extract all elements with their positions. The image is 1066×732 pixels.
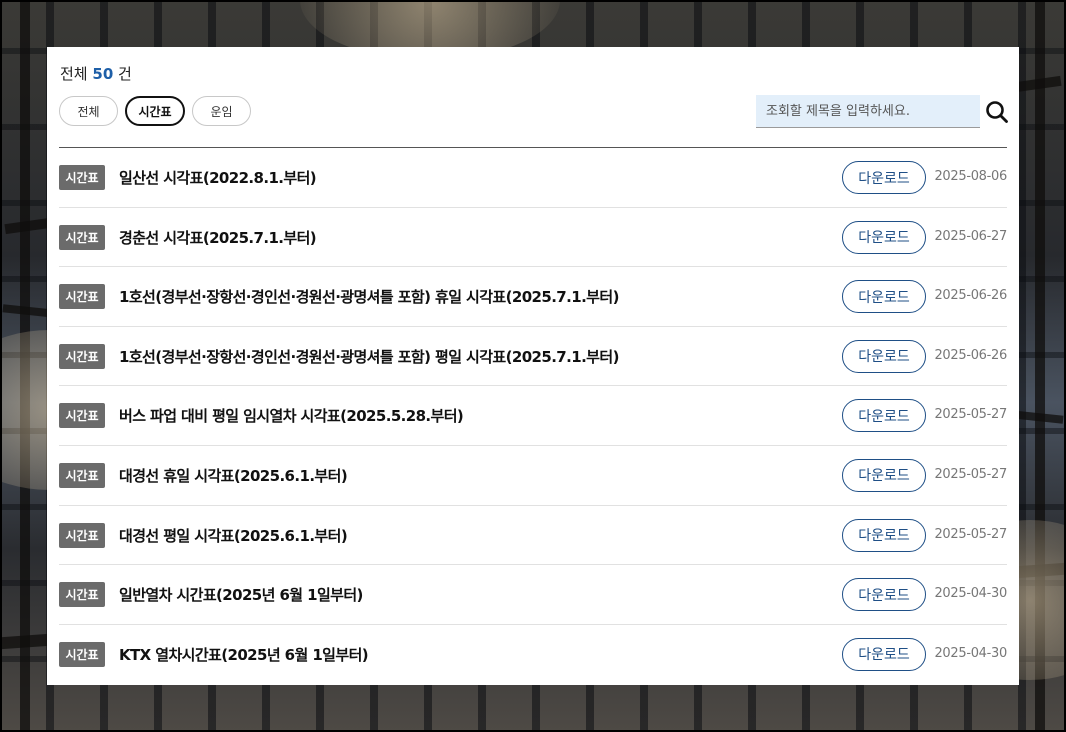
item-title[interactable]: 1호선(경부선·장항선·경인선·경원선·광명셔틀 포함) 평일 시각표(2025… [119,346,619,367]
search-box [756,95,980,128]
tab-timetable[interactable]: 시간표 [125,96,185,126]
download-button[interactable]: 다운로드 [842,458,926,492]
download-button[interactable]: 다운로드 [842,518,926,552]
item-title[interactable]: 경춘선 시각표(2025.7.1.부터) [119,227,317,248]
list-item: 시간표 1호선(경부선·장항선·경인선·경원선·광명셔틀 포함) 평일 시각표(… [59,327,1007,387]
item-title[interactable]: 1호선(경부선·장항선·경인선·경원선·광명셔틀 포함) 휴일 시각표(2025… [119,286,619,307]
category-badge: 시간표 [59,343,105,369]
item-title[interactable]: 버스 파업 대비 평일 임시열차 시각표(2025.5.28.부터) [119,405,464,426]
download-button[interactable]: 다운로드 [842,220,926,254]
list-item: 시간표 버스 파업 대비 평일 임시열차 시각표(2025.5.28.부터) 다… [59,386,1007,446]
category-badge: 시간표 [59,582,105,608]
search-icon [986,101,1008,123]
item-title[interactable]: 대경선 평일 시각표(2025.6.1.부터) [119,525,348,546]
item-date: 2025-05-27 [934,466,1007,482]
count-prefix: 전체 [60,65,88,83]
search-input[interactable] [756,95,980,127]
category-badge: 시간표 [59,641,105,667]
category-badge: 시간표 [59,224,105,250]
category-badge: 시간표 [59,462,105,488]
list-item: 시간표 대경선 평일 시각표(2025.6.1.부터) 다운로드 2025-05… [59,506,1007,566]
item-title[interactable]: 일산선 시각표(2022.8.1.부터) [119,167,317,188]
item-title[interactable]: 대경선 휴일 시각표(2025.6.1.부터) [119,465,348,486]
item-date: 2025-04-30 [934,645,1007,661]
download-button[interactable]: 다운로드 [842,280,926,314]
download-button[interactable]: 다운로드 [842,161,926,194]
category-badge: 시간표 [59,522,105,548]
item-date: 2025-04-30 [934,586,1007,602]
category-tabs: 전체 시간표 운임 [59,96,251,126]
list-item: 시간표 대경선 휴일 시각표(2025.6.1.부터) 다운로드 2025-05… [59,446,1007,506]
item-date: 2025-06-26 [934,347,1007,363]
count-number: 50 [92,65,114,83]
download-button[interactable]: 다운로드 [842,339,926,373]
category-badge: 시간표 [59,284,105,310]
item-date: 2025-05-27 [934,407,1007,423]
list-item: 시간표 일산선 시각표(2022.8.1.부터) 다운로드 2025-08-06 [59,148,1007,208]
item-date: 2025-06-26 [934,288,1007,304]
item-title[interactable]: KTX 열차시간표(2025년 6월 1일부터) [119,644,369,665]
list-item: 시간표 경춘선 시각표(2025.7.1.부터) 다운로드 2025-06-27 [59,208,1007,268]
category-badge: 시간표 [59,403,105,429]
list-item: 시간표 KTX 열차시간표(2025년 6월 1일부터) 다운로드 2025-0… [59,625,1007,685]
tab-all[interactable]: 전체 [59,96,118,126]
timetable-list: 시간표 일산선 시각표(2022.8.1.부터) 다운로드 2025-08-06… [59,148,1007,684]
download-button[interactable]: 다운로드 [842,578,926,612]
list-item: 시간표 일반열차 시간표(2025년 6월 1일부터) 다운로드 2025-04… [59,565,1007,625]
count-suffix: 건 [118,65,132,83]
item-date: 2025-05-27 [934,526,1007,542]
download-button[interactable]: 다운로드 [842,637,926,671]
search-button[interactable] [985,100,1009,124]
list-item: 시간표 1호선(경부선·장항선·경인선·경원선·광명셔틀 포함) 휴일 시각표(… [59,267,1007,327]
item-date: 2025-06-27 [934,228,1007,244]
category-badge: 시간표 [59,165,105,190]
tab-fare[interactable]: 운임 [192,96,251,126]
item-title[interactable]: 일반열차 시간표(2025년 6월 1일부터) [119,584,363,605]
item-date: 2025-08-06 [934,169,1007,184]
download-button[interactable]: 다운로드 [842,399,926,433]
timetable-panel: 전체 50 건 전체 시간표 운임 시간표 일산선 시각표(2022.8.1.부… [47,47,1019,685]
result-count: 전체 50 건 [60,63,132,84]
